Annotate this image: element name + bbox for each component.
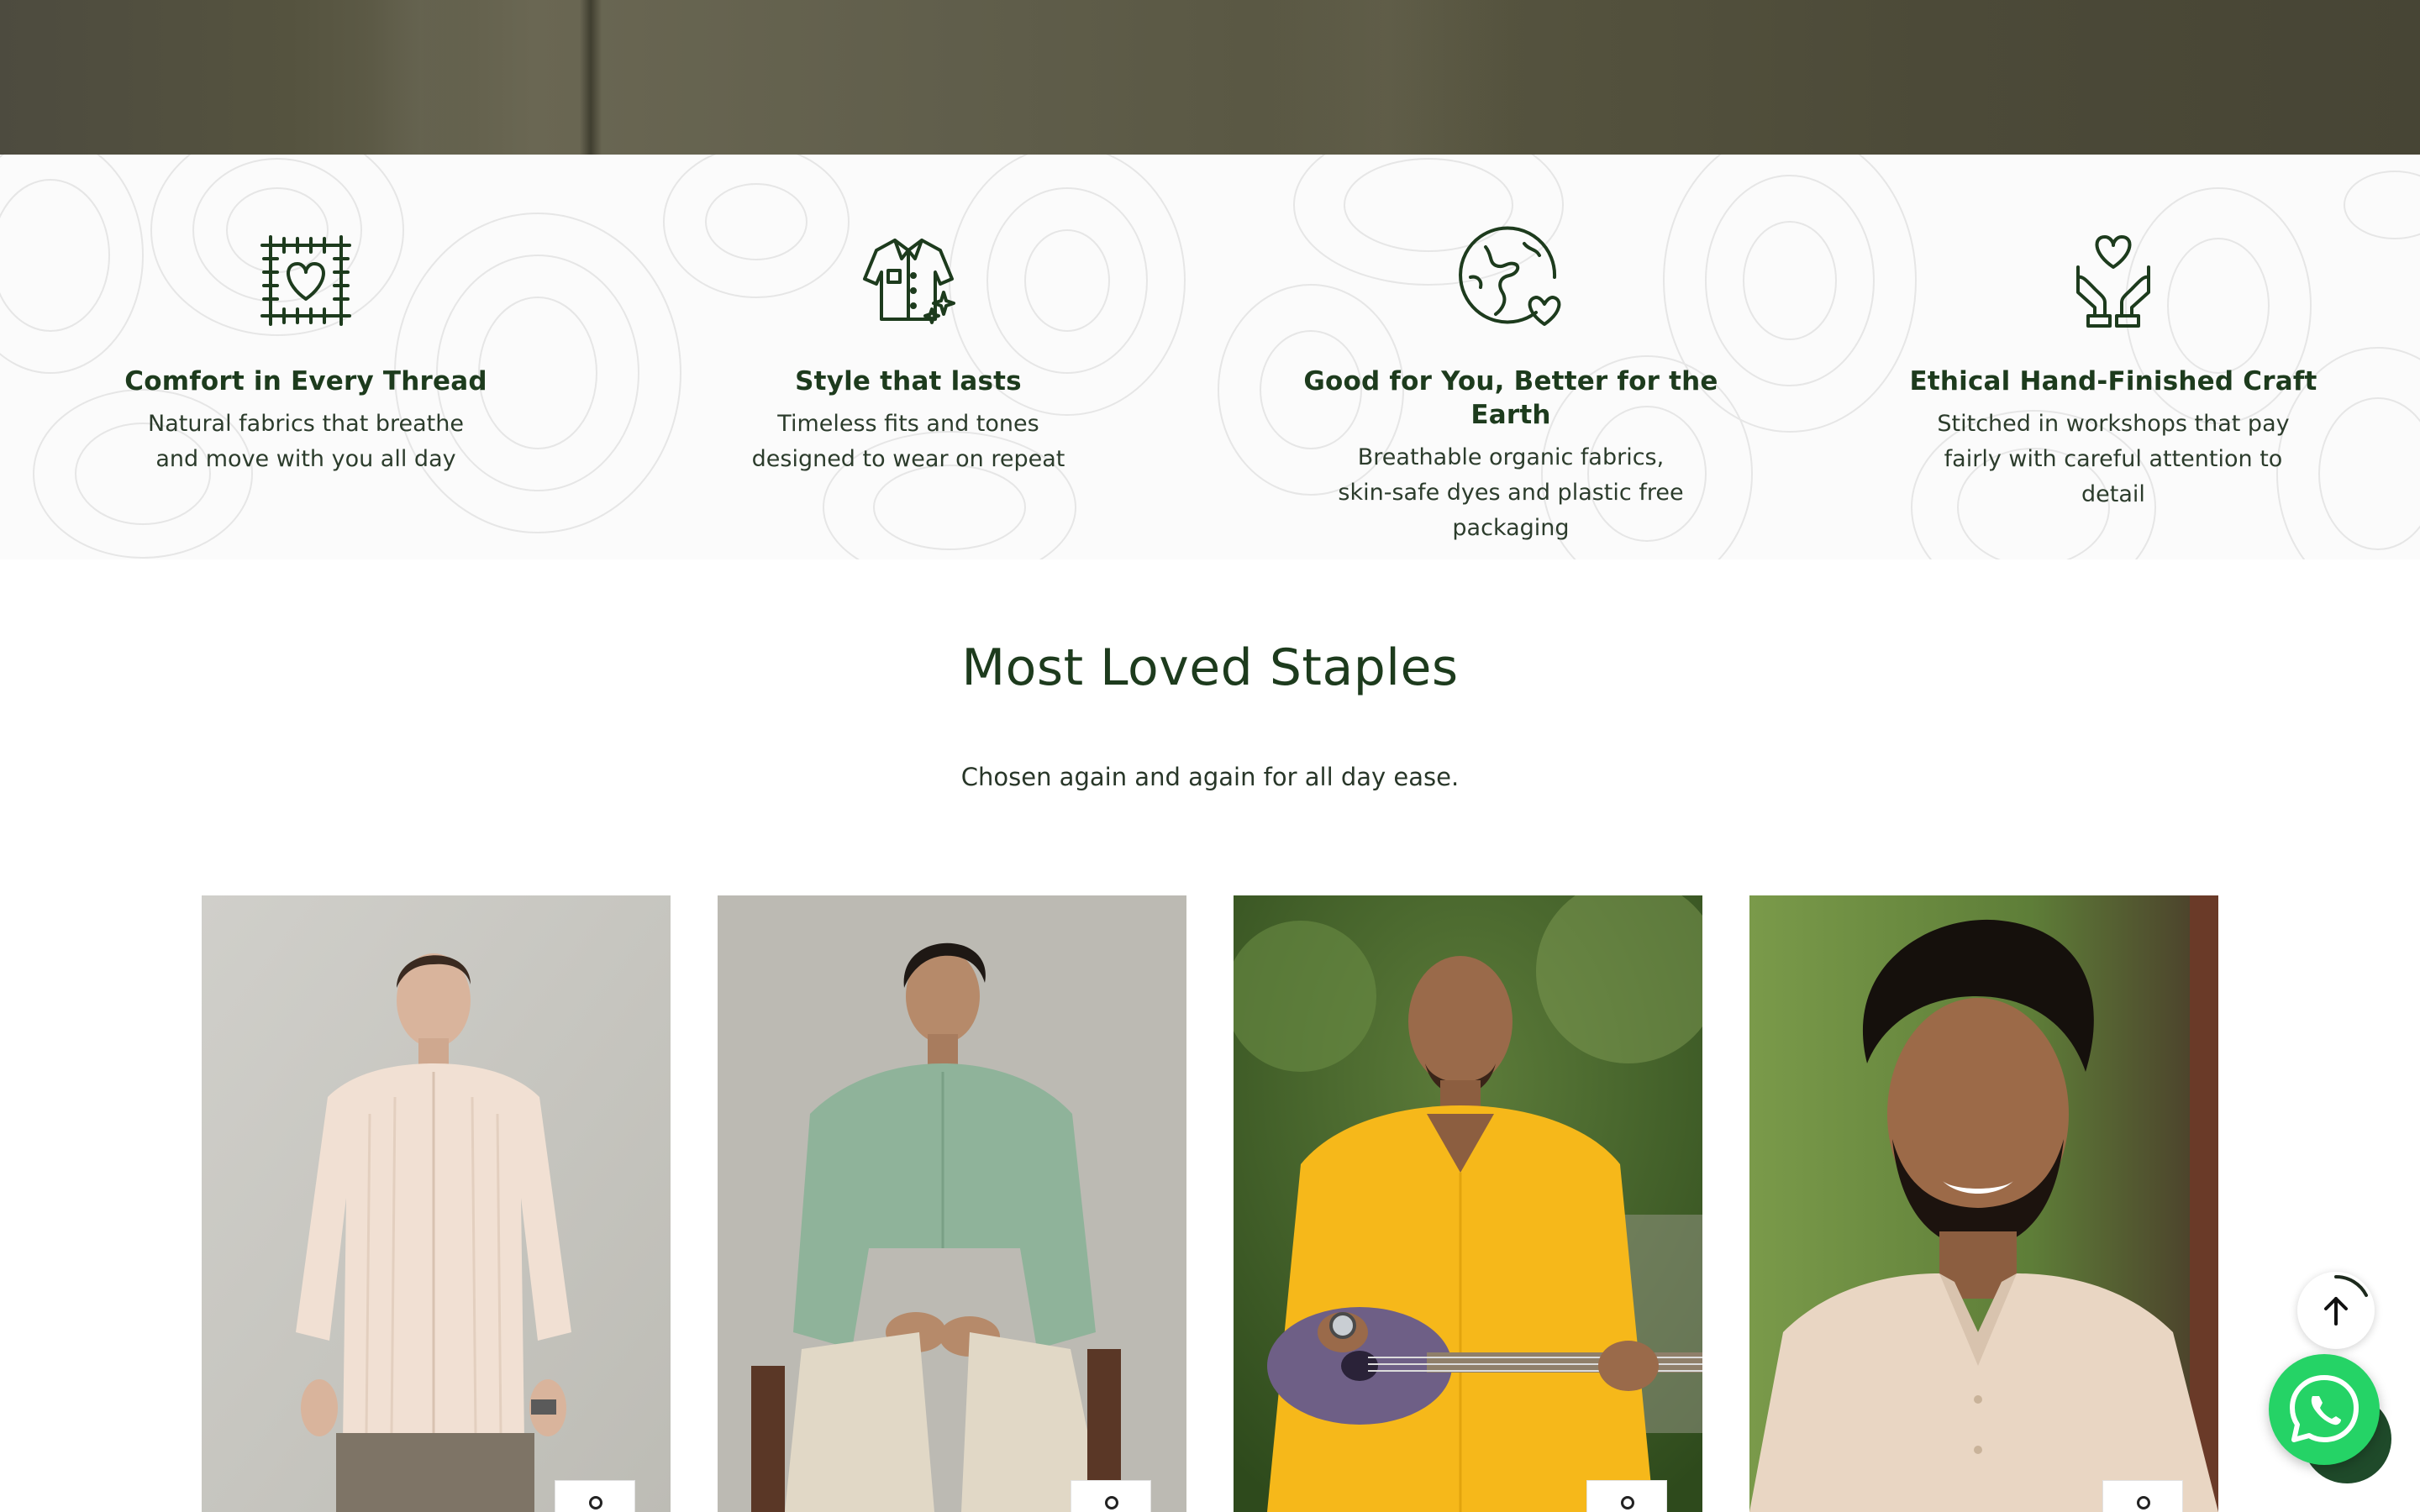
arrow-up-icon: [2324, 1274, 2368, 1326]
feature-style: Style that lasts Timeless fits and tones…: [673, 225, 1144, 477]
search-icon: [589, 1496, 602, 1509]
quick-view-button[interactable]: [1586, 1480, 1667, 1512]
scroll-to-top-button[interactable]: [2297, 1272, 2375, 1349]
product-card[interactable]: [718, 895, 1186, 1512]
product-image[interactable]: [718, 895, 1186, 1512]
whatsapp-icon: [2290, 1375, 2359, 1442]
product-card[interactable]: [1234, 895, 1702, 1512]
feature-title: Good for You, Better for the Earth: [1303, 366, 1718, 430]
search-icon: [2137, 1496, 2150, 1509]
feature-description: Stitched in workshops that pay fairly wi…: [1937, 411, 2290, 507]
quick-view-button[interactable]: [1071, 1480, 1151, 1512]
search-icon: [1621, 1496, 1634, 1509]
feature-comfort: Comfort in Every Thread Natural fabrics …: [71, 225, 541, 477]
hands-heart-icon: [2076, 235, 2150, 328]
product-image[interactable]: [1234, 895, 1702, 1512]
earth-heart-icon: [1459, 226, 1561, 326]
quick-view-button[interactable]: [2102, 1480, 2183, 1512]
feature-title: Comfort in Every Thread: [124, 366, 487, 396]
fabric-heart-icon: [260, 235, 351, 326]
features-band: Comfort in Every Thread Natural fabrics …: [0, 155, 2420, 559]
product-card[interactable]: [202, 895, 671, 1512]
product-card[interactable]: [1749, 895, 2218, 1512]
product-image[interactable]: [202, 895, 671, 1512]
shirt-sparkle-icon: [863, 239, 955, 324]
feature-description: Breathable organic fabrics, skin-safe dy…: [1338, 444, 1684, 541]
feature-description: Natural fabrics that breathe and move wi…: [148, 411, 464, 472]
whatsapp-chat-button[interactable]: [2269, 1354, 2380, 1465]
section-title: Most Loved Staples: [961, 638, 1459, 697]
feature-craft: Ethical Hand-Finished Craft Stitched in …: [1878, 225, 2349, 512]
hero-image: [0, 0, 2420, 155]
quick-view-button[interactable]: [555, 1480, 635, 1512]
feature-title: Style that lasts: [795, 366, 1022, 396]
feature-description: Timeless fits and tones designed to wear…: [751, 411, 1065, 472]
feature-earth: Good for You, Better for the Earth Breat…: [1276, 225, 1746, 546]
product-image[interactable]: [1749, 895, 2218, 1512]
section-subtitle: Chosen again and again for all day ease.: [960, 763, 1460, 791]
feature-title: Ethical Hand-Finished Craft: [1909, 366, 2317, 396]
search-icon: [1105, 1496, 1118, 1509]
